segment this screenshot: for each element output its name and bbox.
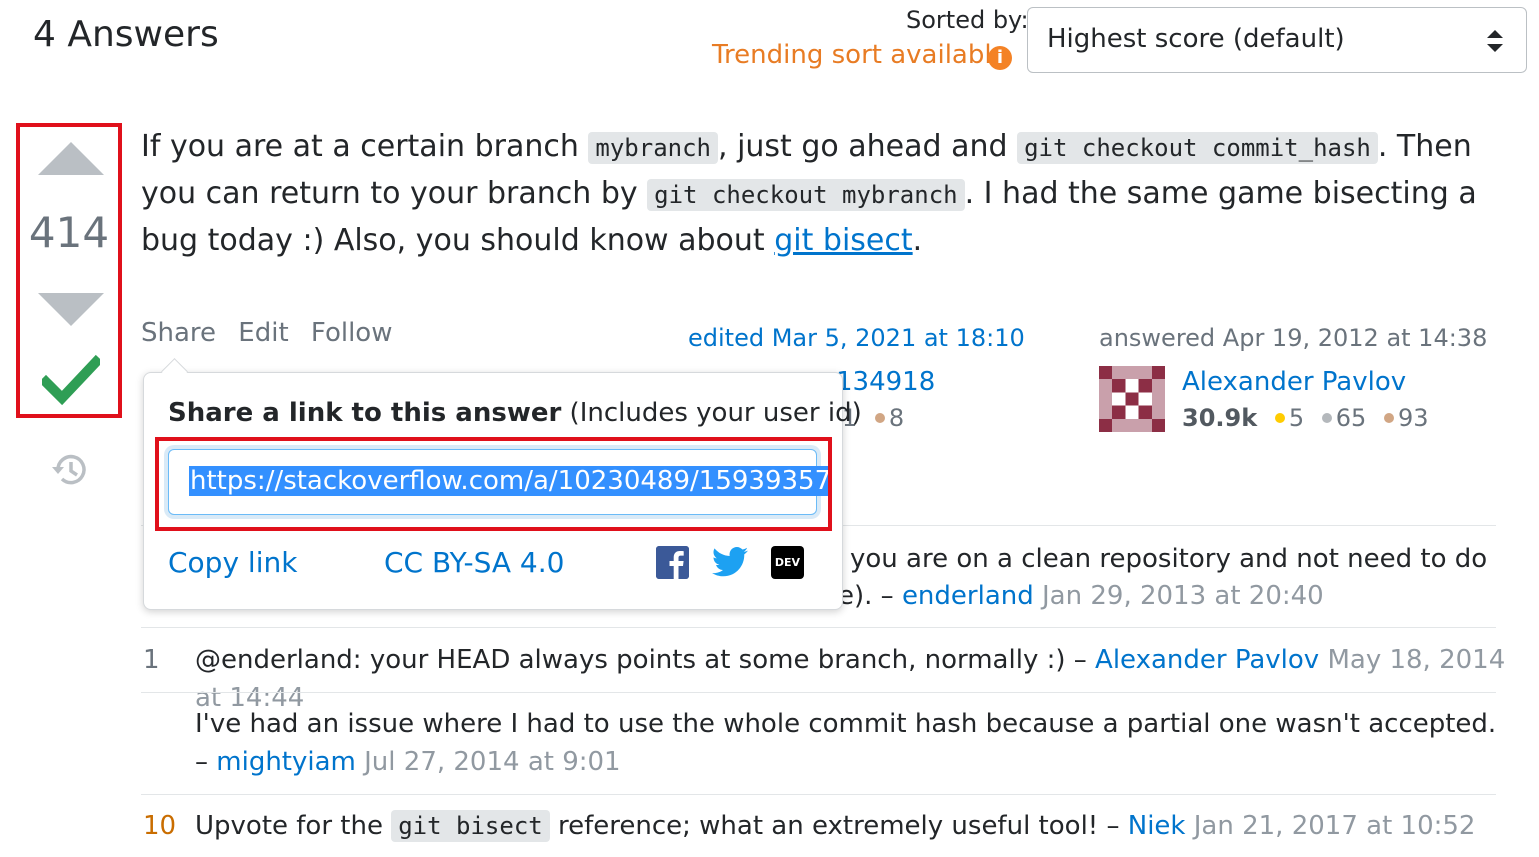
post-menu: Share Edit Follow — [141, 318, 406, 348]
accepted-check-icon — [42, 354, 100, 406]
inline-code: git checkout mybranch — [647, 179, 965, 211]
editor-name-link[interactable]: 134918 — [836, 367, 935, 397]
sort-select[interactable]: Highest score (default) — [1027, 7, 1527, 73]
comment-divider — [141, 627, 1496, 628]
sorted-by-label: Sorted by: — [906, 6, 1029, 34]
vote-count: 414 — [28, 208, 110, 257]
inline-code: git bisect — [391, 810, 550, 842]
facebook-icon[interactable] — [656, 546, 689, 579]
bronze-badge-icon — [874, 413, 885, 423]
comment-divider — [141, 794, 1496, 795]
info-icon[interactable]: i — [988, 46, 1012, 70]
sort-select-value: Highest score (default) — [1047, 24, 1345, 54]
answer-body: If you are at a certain branch mybranch,… — [141, 124, 1511, 264]
inline-code: git checkout commit_hash — [1017, 132, 1378, 164]
comment-text: @enderland: your HEAD always points at s… — [195, 645, 1096, 675]
comment-text: – — [195, 747, 217, 777]
upvote-button[interactable] — [38, 142, 104, 175]
share-heading-bold: Share a link to this answer — [168, 398, 562, 428]
dev-to-icon[interactable]: DEV — [771, 546, 804, 579]
share-button[interactable]: Share — [141, 318, 216, 348]
gold-badge-icon — [1274, 413, 1285, 423]
share-heading-note: (Includes your user id) — [561, 398, 862, 428]
edit-button[interactable]: Edit — [238, 318, 288, 348]
comment-text: you are on a clean repository and not ne… — [850, 544, 1488, 574]
bronze-badge-count: 93 — [1397, 404, 1429, 432]
comment-user-link[interactable]: mightyiam — [216, 747, 356, 777]
author-name-link[interactable]: Alexander Pavlov — [1182, 367, 1406, 397]
git-bisect-link[interactable]: git bisect — [774, 223, 912, 258]
comment-text: I've had an issue where I had to use the… — [195, 709, 1497, 739]
comment-date[interactable]: Jan 21, 2017 at 10:52 — [1194, 811, 1476, 841]
avatar[interactable] — [1099, 366, 1165, 432]
bronze-badge-icon — [1383, 413, 1394, 423]
answered-timestamp: answered Apr 19, 2012 at 14:38 — [1099, 324, 1488, 352]
comment-user-link[interactable]: Niek — [1128, 811, 1186, 841]
answers-count-title: 4 Answers — [33, 14, 219, 55]
silver-badge-count: 65 — [1335, 404, 1367, 432]
editor-bronze-count: 8 — [888, 404, 905, 432]
comment-divider — [141, 692, 1496, 693]
twitter-icon[interactable] — [712, 546, 748, 578]
comment-date[interactable]: Jan 29, 2013 at 20:40 — [1042, 581, 1324, 611]
select-arrows-icon — [1487, 30, 1503, 52]
history-icon[interactable] — [50, 450, 90, 490]
comment-user-link[interactable]: Alexander Pavlov — [1095, 645, 1319, 675]
author-reputation: 30.9k 5 65 93 — [1182, 404, 1428, 432]
trending-sort-link[interactable]: Trending sort available — [712, 40, 1008, 70]
comment-score: 1 — [143, 645, 160, 675]
answer-text: , just go ahead and — [718, 129, 1018, 164]
comment-item: Upvote for the git bisect reference; wha… — [195, 807, 1475, 845]
comment-score: 10 — [143, 811, 177, 841]
gold-badge-count: 5 — [1288, 404, 1305, 432]
comment-text: e). – — [838, 581, 902, 611]
share-input-highlight-box — [155, 437, 832, 531]
downvote-button[interactable] — [38, 293, 104, 326]
share-heading: Share a link to this answer (Includes yo… — [168, 398, 862, 428]
reputation-score: 30.9k — [1182, 404, 1258, 432]
comment-user-link[interactable]: enderland — [902, 581, 1034, 611]
edited-timestamp-link[interactable]: edited Mar 5, 2021 at 18:10 — [688, 324, 1025, 352]
comment-date[interactable]: Jul 27, 2014 at 9:01 — [364, 747, 620, 777]
license-link[interactable]: CC BY-SA 4.0 — [384, 546, 564, 579]
comment-item: e). – enderland Jan 29, 2013 at 20:40 — [838, 577, 1324, 615]
copy-link-button[interactable]: Copy link — [168, 546, 297, 579]
follow-button[interactable]: Follow — [311, 318, 393, 348]
comment-text: Upvote for the — [195, 811, 392, 841]
inline-code: mybranch — [588, 132, 718, 164]
answer-text: If you are at a certain branch — [141, 129, 589, 164]
silver-badge-icon — [1321, 413, 1332, 423]
comment-item: – mightyiam Jul 27, 2014 at 9:01 — [195, 743, 621, 781]
answer-text: . — [912, 223, 923, 258]
comment-text: reference; what an extremely useful tool… — [549, 811, 1128, 841]
